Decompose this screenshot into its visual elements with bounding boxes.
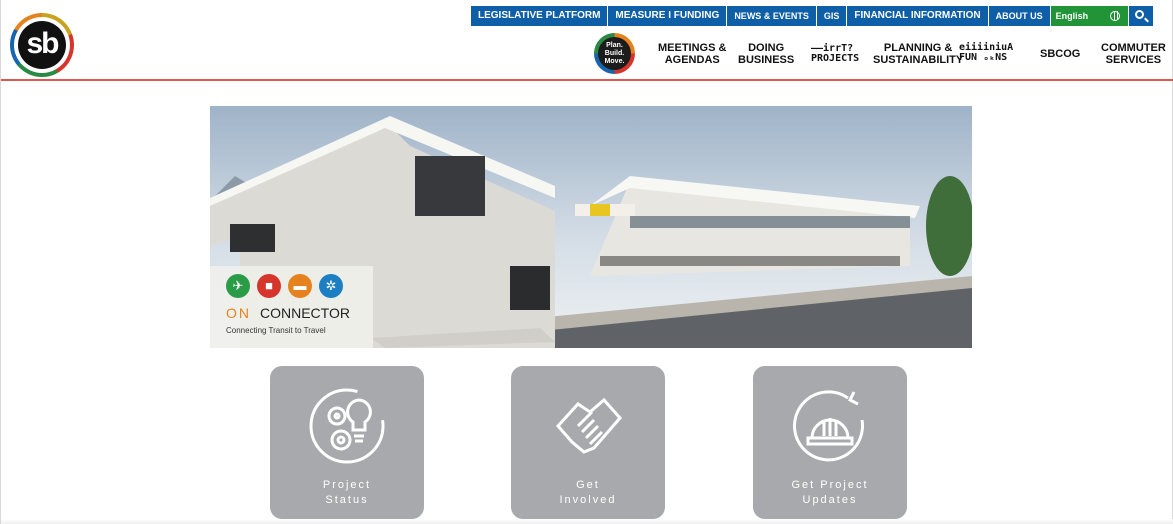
- terminal-window-left: [230, 224, 275, 252]
- sbcta-logo[interactable]: sb: [10, 13, 74, 77]
- nav-funding[interactable]: eiiiiniuA FUN ₒₖNS: [959, 43, 1013, 63]
- badge-tagline: Connecting Transit to Travel: [226, 326, 326, 335]
- financial-information-link[interactable]: FINANCIAL INFORMATION: [847, 6, 989, 26]
- nav-projects[interactable]: ——irrT? PROJECTS: [811, 44, 859, 64]
- legislative-platform-link[interactable]: LEGISLATIVE PLATFORM: [471, 6, 609, 26]
- bus-icon: ▬: [288, 274, 312, 298]
- storefront-band: [600, 256, 900, 266]
- search-icon: [1134, 10, 1144, 19]
- nav-planning-sustainability[interactable]: PLANNING & SUSTAINABILITY: [873, 42, 963, 66]
- gis-link[interactable]: GIS: [816, 6, 848, 26]
- get-project-updates-card[interactable]: Get Project Updates: [753, 366, 907, 519]
- header-divider: [1, 79, 1173, 81]
- about-us-link[interactable]: ABOUT US: [988, 6, 1051, 26]
- terminal-door: [510, 266, 550, 310]
- terminal-window: [415, 156, 485, 216]
- hardhat-refresh-icon: [793, 390, 864, 462]
- gears-lightbulb-icon: [309, 388, 385, 464]
- page-fold-shadow: [1, 519, 1173, 524]
- utility-bar: LEGISLATIVE PLATFORM MEASURE I FUNDING N…: [471, 6, 1153, 26]
- plane-icon: ✈: [226, 274, 250, 298]
- language-selector[interactable]: English: [1050, 6, 1129, 26]
- project-status-card[interactable]: Project Status: [270, 366, 424, 519]
- get-involved-label: Get Involved: [559, 479, 617, 506]
- globe-icon: [1109, 11, 1120, 21]
- tree-shape: [926, 176, 972, 276]
- page: LEGISLATIVE PLATFORM MEASURE I FUNDING N…: [0, 0, 1173, 524]
- nav-meetings-agendas[interactable]: MEETINGS & AGENDAS: [658, 42, 726, 66]
- news-events-link[interactable]: NEWS & EVENTS: [727, 6, 817, 26]
- search-button[interactable]: [1128, 6, 1153, 26]
- handshake-icon: [555, 397, 622, 454]
- platform-glass: [630, 216, 910, 228]
- get-involved-card[interactable]: Get Involved: [511, 366, 665, 519]
- nav-doing-business[interactable]: DOING BUSINESS: [738, 42, 794, 66]
- project-status-label: Project Status: [322, 479, 372, 506]
- on-connector-badge: ✈ ■ ▬ ✲ ON CONNECTOR Connecting Transit …: [210, 266, 373, 348]
- train-stripe: [590, 204, 610, 216]
- badge-on-text: ON: [226, 305, 251, 321]
- get-project-updates-label: Get Project Updates: [791, 479, 869, 506]
- plan-build-move-text: Plan. Build. Move.: [598, 37, 631, 70]
- train-icon: ■: [257, 274, 281, 298]
- language-label: English: [1055, 11, 1089, 21]
- measure-i-funding-link[interactable]: MEASURE I FUNDING: [608, 6, 728, 26]
- nav-sbcog[interactable]: SBCOG: [1040, 48, 1080, 60]
- badge-connector-text: CONNECTOR: [260, 305, 350, 321]
- logo-text: sb: [18, 21, 66, 69]
- plan-build-move-logo[interactable]: Plan. Build. Move.: [594, 33, 635, 74]
- nav-commuter-services[interactable]: COMMUTER SERVICES: [1101, 42, 1166, 66]
- bike-wheel-icon: ✲: [319, 274, 343, 298]
